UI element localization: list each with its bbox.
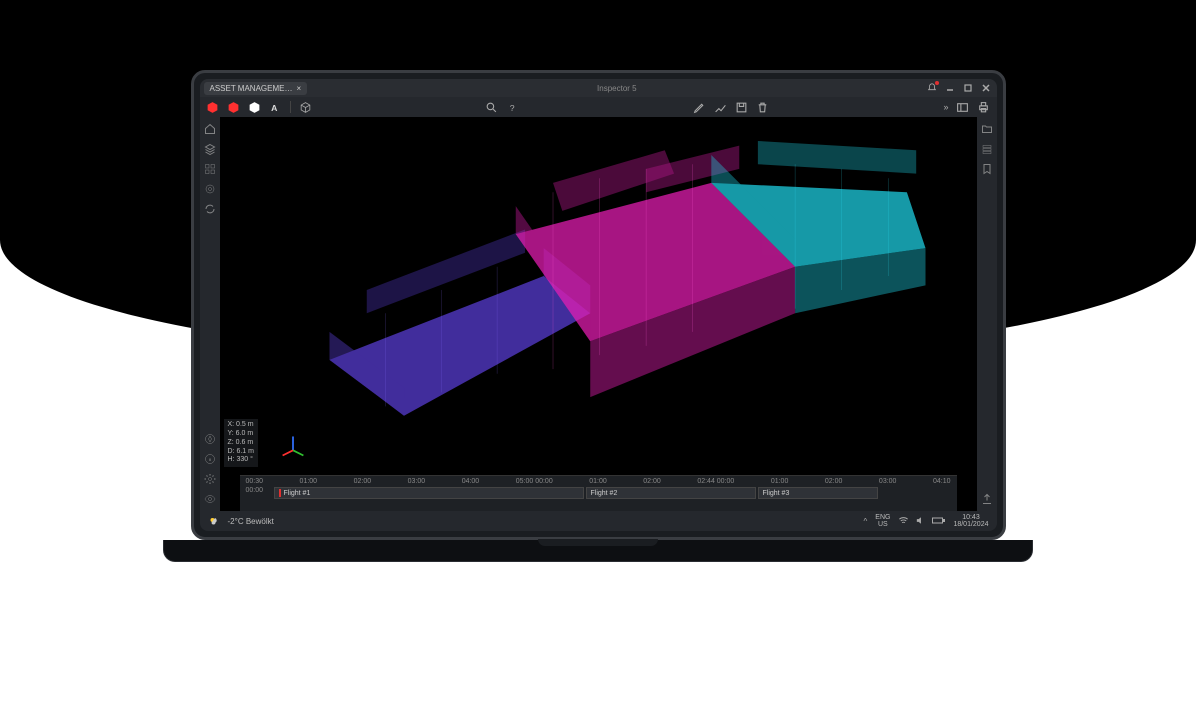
search-icon[interactable] [485, 101, 498, 114]
time-tick: 02:00 [354, 478, 372, 485]
os-taskbar: -2°C Bewölkt ^ ENG US [200, 511, 997, 531]
weather-icon [208, 515, 220, 527]
app-window: ASSET MANAGEME… × Inspector 5 [200, 79, 997, 531]
svg-text:?: ? [510, 102, 515, 112]
laptop-frame: ASSET MANAGEME… × Inspector 5 [163, 70, 1033, 600]
time-tick: 02:00 [825, 478, 843, 485]
cube-red-icon-1[interactable] [206, 101, 219, 114]
view-icon[interactable] [204, 493, 216, 505]
panel-icon[interactable] [956, 101, 969, 114]
volume-icon[interactable] [915, 515, 926, 528]
time-tick: 01:00 [771, 478, 789, 485]
coord-d: D: 6.1 m [228, 448, 254, 457]
compass-icon[interactable] [204, 433, 216, 445]
chevron-up-icon[interactable]: ^ [864, 517, 868, 526]
coord-y: Y: 6.0 m [228, 430, 254, 439]
time-tick: 05:00 00:00 [516, 478, 553, 485]
close-button[interactable] [980, 82, 992, 94]
tab-close-icon[interactable]: × [296, 84, 301, 93]
time-tick: 00:30 [246, 478, 264, 485]
toolbar: A ? » [200, 97, 997, 117]
flight-tracks: 00:00 Flight #1 Flight #2 Flight #3 [246, 487, 951, 499]
coord-z: Z: 0.6 m [228, 439, 254, 448]
settings-icon[interactable] [204, 473, 216, 485]
timeline-origin: 00:00 [246, 487, 272, 499]
app-title: Inspector 5 [597, 84, 637, 93]
timeline-panel: 00:30 01:00 02:00 03:00 04:00 05:00 00:00 01:0… [240, 475, 957, 511]
weather-desc: Bewölkt [246, 517, 274, 526]
axis-gizmo-icon[interactable] [280, 433, 306, 459]
flight-block-2[interactable]: Flight #2 [586, 487, 756, 499]
export-icon[interactable] [981, 493, 993, 505]
clock[interactable]: 10:43 18/01/2024 [953, 514, 988, 528]
time-tick: 03:00 [408, 478, 426, 485]
tab-label: ASSET MANAGEME… [210, 84, 293, 93]
help-icon[interactable]: ? [506, 101, 519, 114]
document-tab[interactable]: ASSET MANAGEME… × [204, 82, 308, 95]
language-indicator[interactable]: ENG US [875, 514, 890, 528]
text-a-icon[interactable]: A [269, 101, 282, 114]
battery-icon[interactable] [932, 515, 945, 528]
weather-temp: -2°C [228, 517, 244, 526]
box-outline-icon[interactable] [299, 101, 312, 114]
save-icon[interactable] [735, 101, 748, 114]
time-ruler: 00:30 01:00 02:00 03:00 04:00 05:00 00:00 01:0… [246, 478, 951, 485]
grid-icon[interactable] [204, 163, 216, 175]
print-icon[interactable] [977, 101, 990, 114]
titlebar: ASSET MANAGEME… × Inspector 5 [200, 79, 997, 97]
flight-block-1[interactable]: Flight #1 [274, 487, 584, 499]
toolbar-divider [290, 101, 291, 113]
pencil-icon[interactable] [693, 101, 706, 114]
home-icon[interactable] [204, 123, 216, 135]
time-tick: 04:10 [933, 478, 951, 485]
time-tick: 02:44 00:00 [697, 478, 734, 485]
trash-icon[interactable] [756, 101, 769, 114]
coordinate-readout: X: 0.5 m Y: 6.0 m Z: 0.6 m D: 6.1 m H: 3… [224, 419, 258, 467]
stack-icon[interactable] [981, 143, 993, 155]
cube-red-icon-2[interactable] [227, 101, 240, 114]
bell-icon[interactable] [926, 82, 938, 94]
left-rail [200, 117, 220, 511]
refresh-icon[interactable] [204, 203, 216, 215]
info-icon[interactable] [204, 453, 216, 465]
cube-white-icon[interactable] [248, 101, 261, 114]
laptop-base [163, 540, 1033, 562]
time-tick: 04:00 [462, 478, 480, 485]
svg-text:A: A [271, 102, 278, 112]
time-tick: 01:00 [300, 478, 318, 485]
coord-h: H: 330 ° [228, 456, 254, 465]
minimize-button[interactable] [944, 82, 956, 94]
coord-x: X: 0.5 m [228, 421, 254, 430]
viewport-3d[interactable]: X: 0.5 m Y: 6.0 m Z: 0.6 m D: 6.1 m H: 3… [220, 117, 977, 511]
target-icon[interactable] [204, 183, 216, 195]
pointcloud-model [220, 117, 977, 511]
workspace: X: 0.5 m Y: 6.0 m Z: 0.6 m D: 6.1 m H: 3… [200, 117, 997, 511]
bookmark-icon[interactable] [981, 163, 993, 175]
layers-icon[interactable] [204, 143, 216, 155]
time-tick: 02:00 [643, 478, 661, 485]
laptop-screen: ASSET MANAGEME… × Inspector 5 [191, 70, 1006, 540]
maximize-button[interactable] [962, 82, 974, 94]
polyline-icon[interactable] [714, 101, 727, 114]
time-tick: 03:00 [879, 478, 897, 485]
right-rail [977, 117, 997, 511]
chevron-right-icon[interactable]: » [943, 102, 948, 112]
time-tick: 01:00 [589, 478, 607, 485]
wifi-icon[interactable] [898, 515, 909, 528]
folder-icon[interactable] [981, 123, 993, 135]
flight-block-3[interactable]: Flight #3 [758, 487, 878, 499]
